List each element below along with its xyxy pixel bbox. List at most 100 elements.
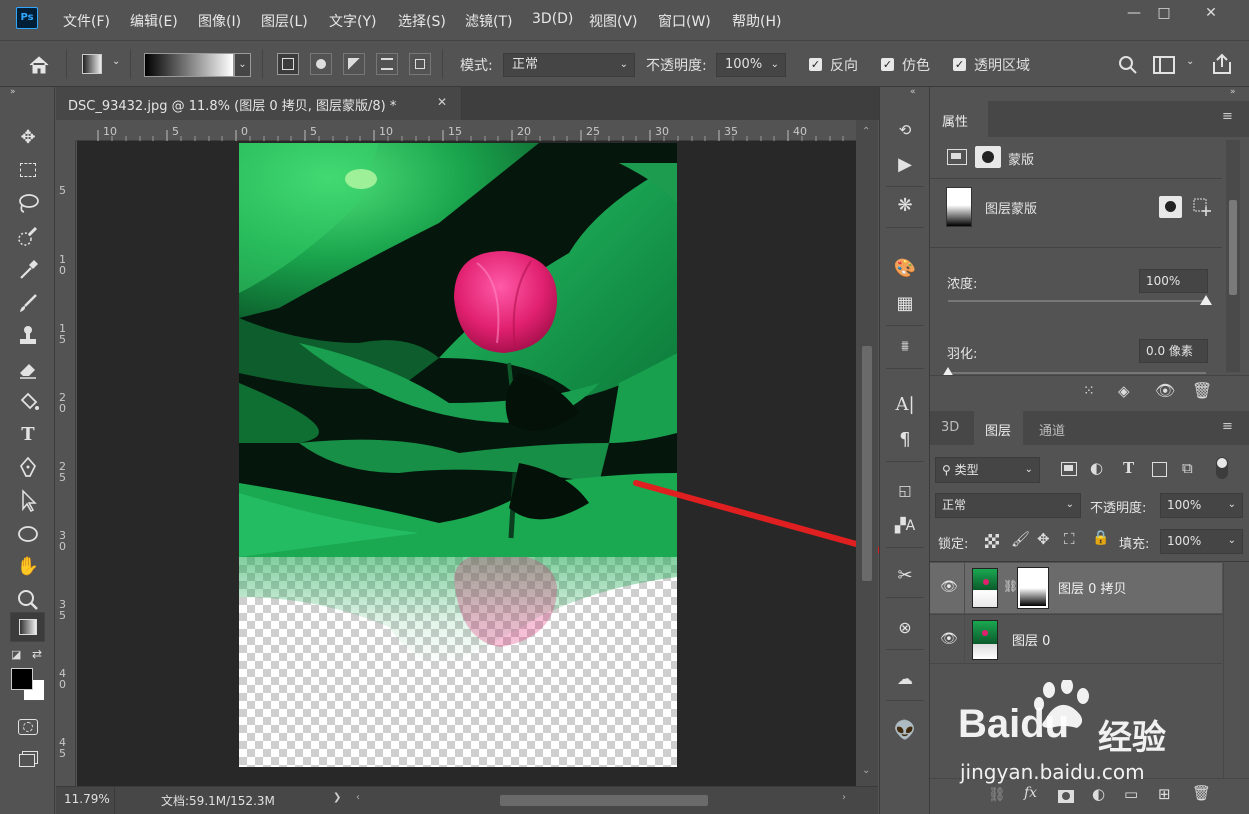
delete-mask-icon[interactable]: 🗑	[1192, 381, 1212, 400]
path-selection-tool-icon[interactable]	[14, 487, 42, 515]
link-layers-icon[interactable]: ⛓	[988, 787, 1006, 803]
dither-checkbox[interactable]: ✓	[881, 58, 894, 71]
brush-tool-icon[interactable]	[14, 289, 42, 317]
diamond-gradient-button[interactable]	[409, 53, 431, 75]
move-tool-icon[interactable]: ✥	[14, 124, 42, 152]
density-slider-handle[interactable]	[1200, 295, 1212, 305]
transparency-checkbox[interactable]: ✓	[953, 58, 966, 71]
gradient-tool-icon[interactable]	[10, 612, 45, 642]
apply-mask-icon[interactable]: ◈	[1118, 382, 1130, 400]
menu-view[interactable]: 视图(V)	[589, 11, 638, 31]
paths-icon[interactable]: ✂	[891, 562, 919, 590]
adjustments-icon[interactable]: ⊗	[891, 614, 919, 642]
radial-gradient-button[interactable]	[310, 53, 332, 75]
layer-filter-select[interactable]: ⚲ 类型 ⌄	[935, 457, 1040, 483]
swatches-grid-icon[interactable]: ▦	[891, 290, 919, 318]
visibility-eye-icon[interactable]: 👁	[1155, 381, 1175, 400]
pen-tool-icon[interactable]	[14, 454, 42, 482]
scroll-right-icon[interactable]: ›	[842, 792, 846, 803]
gradient-dropdown-icon[interactable]: ⌄	[234, 53, 251, 77]
group-folder-icon[interactable]: ▭	[1124, 785, 1138, 803]
marquee-tool-icon[interactable]	[14, 157, 42, 185]
lock-transparent-icon[interactable]	[985, 534, 999, 548]
new-layer-icon[interactable]: ⊞	[1158, 785, 1171, 803]
layer-row-base[interactable]: 👁 图层 0	[930, 614, 1222, 665]
filter-toggle[interactable]	[1216, 457, 1228, 479]
tab-3d[interactable]: 3D	[941, 420, 959, 435]
filter-pixel-icon[interactable]	[1061, 462, 1077, 476]
layers-scrollbar[interactable]	[1223, 563, 1249, 778]
lock-position-icon[interactable]: ✥	[1037, 530, 1050, 548]
feather-input[interactable]: 0.0 像素	[1139, 339, 1208, 363]
status-menu-icon[interactable]: ❯	[333, 792, 341, 803]
expand-panels-icon[interactable]: «	[910, 87, 916, 97]
lasso-tool-icon[interactable]	[14, 190, 42, 218]
paragraph-icon[interactable]: ¶	[891, 426, 919, 454]
reverse-checkbox[interactable]: ✓	[809, 58, 822, 71]
menu-window[interactable]: 窗口(W)	[658, 11, 711, 31]
menu-filter[interactable]: 滤镜(T)	[465, 11, 512, 31]
menu-help[interactable]: 帮助(H)	[732, 11, 781, 31]
hand-tool-icon[interactable]: ✋	[14, 553, 42, 581]
screen-mode-icon[interactable]	[14, 747, 42, 775]
scroll-down-icon[interactable]: ⌄	[862, 765, 870, 776]
visibility-eye-icon[interactable]: 👁	[940, 631, 958, 647]
clone-source-icon[interactable]: ⩩	[891, 332, 919, 360]
filter-type-icon[interactable]: T	[1123, 459, 1134, 477]
maximize-button[interactable]: □	[1153, 4, 1175, 22]
select-mask-icon[interactable]	[1159, 196, 1182, 218]
horizontal-ruler[interactable]: 10 5 0 5 10 15 20 25 30 35 40	[76, 120, 856, 141]
paint-bucket-tool-icon[interactable]	[14, 388, 42, 416]
swap-colors-icon[interactable]: ⇄	[32, 647, 42, 661]
foreground-color-swatch[interactable]	[11, 668, 33, 690]
brush-settings-icon[interactable]: ❋	[891, 192, 919, 220]
delete-layer-icon[interactable]: 🗑	[1192, 784, 1211, 802]
share-icon[interactable]	[1210, 52, 1234, 76]
gradient-tool-preset-icon[interactable]	[82, 54, 102, 74]
density-input[interactable]: 100%	[1139, 269, 1208, 293]
blend-mode-select[interactable]: 正常 ⌄	[935, 493, 1081, 518]
actions-play-icon[interactable]: ▶	[891, 151, 919, 179]
filter-shape-icon[interactable]	[1152, 462, 1167, 477]
lock-pixels-brush-icon[interactable]: 🖌	[1011, 530, 1030, 548]
mode-select[interactable]: 正常 ⌄	[503, 53, 635, 77]
menu-3d[interactable]: 3D(D)	[532, 11, 573, 27]
lock-all-icon[interactable]: 🔒	[1092, 530, 1109, 546]
search-icon[interactable]	[1117, 54, 1139, 76]
menu-file[interactable]: 文件(F)	[63, 11, 110, 31]
fill-input[interactable]: 100% ⌄	[1160, 529, 1243, 554]
color-palette-icon[interactable]: 🎨	[891, 255, 919, 283]
gradient-picker[interactable]	[144, 53, 234, 77]
zoom-tool-icon[interactable]	[14, 586, 42, 614]
filter-adjustment-icon[interactable]: ◐	[1090, 459, 1103, 477]
vertical-ruler[interactable]: 5 1 0 1 5 2 0 2 5 3 0 3 5 4 0 4 5	[56, 141, 76, 786]
scroll-up-icon[interactable]: ⌃	[862, 126, 870, 137]
minimize-button[interactable]: —	[1123, 4, 1145, 22]
quick-mask-icon[interactable]	[14, 714, 42, 742]
layer-mask-thumbnail[interactable]	[946, 187, 972, 227]
horizontal-scrollbar-thumb[interactable]	[500, 795, 708, 806]
layers-panel-menu-icon[interactable]: ≡	[1222, 419, 1233, 434]
eyedropper-tool-icon[interactable]	[14, 256, 42, 284]
glyphs-icon[interactable]: ◱	[891, 477, 919, 505]
layer-name[interactable]: 图层 0	[1012, 630, 1050, 649]
tab-channels[interactable]: 通道	[1039, 420, 1065, 439]
alien-icon[interactable]: 👽	[891, 717, 919, 745]
layer-opacity-input[interactable]: 100% ⌄	[1160, 493, 1243, 518]
character-icon[interactable]: A|	[891, 391, 919, 419]
lock-artboard-icon[interactable]: ⛶	[1064, 530, 1075, 548]
visibility-eye-icon[interactable]: 👁	[940, 579, 958, 595]
quick-selection-tool-icon[interactable]	[14, 223, 42, 251]
menu-select[interactable]: 选择(S)	[398, 11, 446, 31]
menu-layer[interactable]: 图层(L)	[261, 11, 308, 31]
eraser-tool-icon[interactable]	[14, 355, 42, 383]
panel-menu-icon[interactable]: ≡	[1222, 109, 1233, 124]
density-slider[interactable]	[948, 300, 1206, 302]
mask-link-icon[interactable]: ⛓	[1003, 579, 1018, 593]
ellipse-tool-icon[interactable]	[14, 520, 42, 548]
creative-cloud-icon[interactable]: ☁	[891, 665, 919, 693]
home-icon[interactable]	[27, 53, 51, 77]
scrollbar-thumb[interactable]	[862, 346, 872, 581]
properties-scrollbar[interactable]	[1226, 140, 1240, 372]
document-tab[interactable]: DSC_93432.jpg @ 11.8% (图层 0 拷贝, 图层蒙版/8) …	[56, 87, 462, 120]
